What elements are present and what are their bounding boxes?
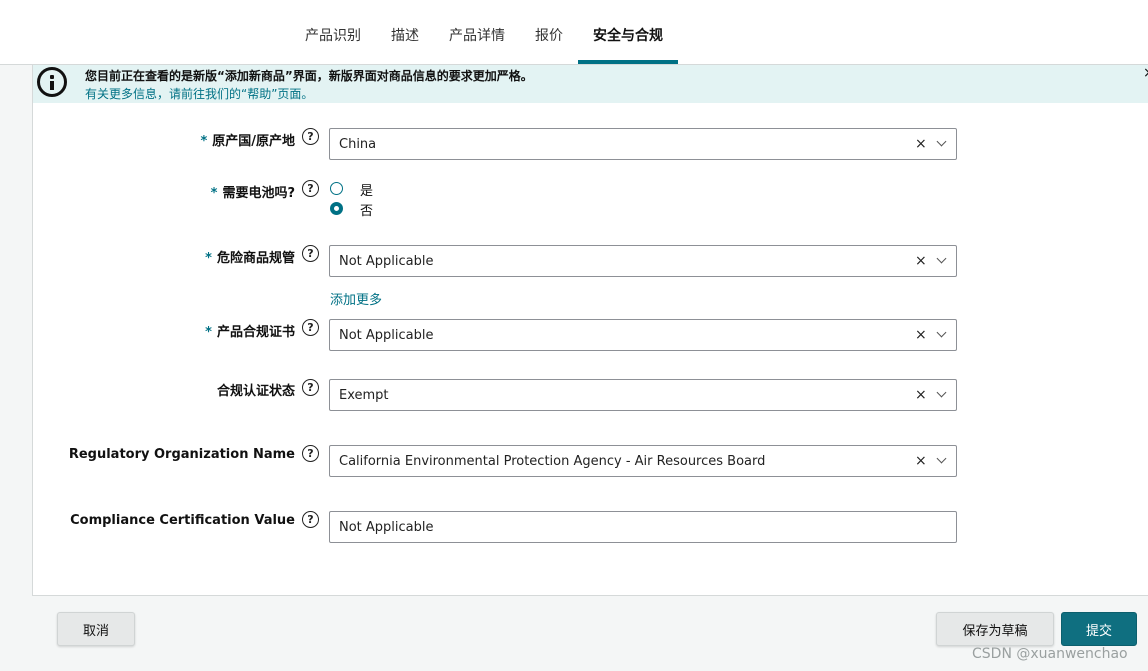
cert-status-value: Exempt bbox=[339, 388, 389, 403]
tab-safety-compliance[interactable]: 安全与合规 bbox=[578, 0, 678, 64]
cert-value-text: Not Applicable bbox=[339, 520, 434, 535]
save-draft-button[interactable]: 保存为草稿 bbox=[936, 612, 1054, 646]
watermark: CSDN @xuanwenchao bbox=[972, 646, 1128, 662]
add-more-link[interactable]: 添加更多 bbox=[330, 289, 382, 308]
help-icon[interactable]: ? bbox=[302, 128, 319, 145]
help-icon[interactable]: ? bbox=[302, 511, 319, 528]
banner-message: 您目前正在查看的是新版“添加新商品”界面，新版界面对商品信息的要求更加严格。 bbox=[85, 69, 533, 83]
clear-icon[interactable]: × bbox=[915, 327, 927, 343]
cancel-button[interactable]: 取消 bbox=[57, 612, 135, 646]
required-mark: * bbox=[210, 186, 218, 201]
certificate-label-text: 产品合规证书 bbox=[216, 325, 295, 340]
country-select[interactable]: China × bbox=[329, 128, 957, 160]
tab-product-details[interactable]: 产品详情 bbox=[434, 0, 520, 64]
clear-icon[interactable]: × bbox=[915, 453, 927, 469]
banner-help-link[interactable]: 有关更多信息，请前往我们的“帮助”页面。 bbox=[85, 85, 313, 102]
battery-option-yes-label: 是 bbox=[360, 184, 374, 199]
reg-org-select[interactable]: California Environmental Protection Agen… bbox=[329, 445, 957, 477]
battery-radio-no[interactable] bbox=[330, 202, 343, 215]
cert-status-label: 合规认证状态 bbox=[217, 380, 295, 399]
help-icon[interactable]: ? bbox=[302, 245, 319, 262]
required-mark: * bbox=[205, 325, 212, 340]
tab-offer[interactable]: 报价 bbox=[520, 0, 578, 64]
cert-value-label-text: Compliance Certification Value bbox=[70, 513, 295, 528]
dangerous-goods-value: Not Applicable bbox=[339, 254, 434, 269]
certificate-value: Not Applicable bbox=[339, 328, 434, 343]
chevron-down-icon[interactable] bbox=[936, 136, 947, 147]
battery-label-text: 需要电池吗? bbox=[222, 186, 295, 201]
tab-product-identity[interactable]: 产品识别 bbox=[290, 0, 376, 64]
certificate-label: * 产品合规证书 bbox=[205, 321, 295, 340]
tab-bar: 产品识别 描述 产品详情 报价 安全与合规 bbox=[290, 0, 678, 64]
clear-icon[interactable]: × bbox=[915, 387, 927, 403]
cert-value-label: Compliance Certification Value bbox=[70, 513, 295, 528]
reg-org-label-text: Regulatory Organization Name bbox=[68, 447, 295, 462]
dangerous-goods-label: * 危险商品规管 bbox=[205, 247, 295, 266]
close-icon[interactable]: × bbox=[1143, 65, 1148, 81]
help-icon[interactable]: ? bbox=[302, 379, 319, 396]
battery-label: * 需要电池吗? bbox=[211, 182, 295, 201]
cert-status-select[interactable]: Exempt × bbox=[329, 379, 957, 411]
reg-org-value: California Environmental Protection Agen… bbox=[339, 454, 766, 469]
top-nav: 产品识别 描述 产品详情 报价 安全与合规 bbox=[0, 0, 1148, 65]
help-icon[interactable]: ? bbox=[302, 180, 319, 197]
info-banner: 您目前正在查看的是新版“添加新商品”界面，新版界面对商品信息的要求更加严格。 有… bbox=[33, 65, 1148, 103]
chevron-down-icon[interactable] bbox=[936, 387, 947, 398]
submit-button[interactable]: 提交 bbox=[1061, 612, 1137, 646]
country-label-text: 原产国/原产地 bbox=[212, 134, 295, 149]
dangerous-goods-label-text: 危险商品规管 bbox=[216, 251, 295, 266]
battery-radio-yes[interactable] bbox=[330, 182, 343, 195]
required-mark: * bbox=[205, 251, 212, 266]
battery-option-no-label: 否 bbox=[360, 204, 374, 219]
help-icon[interactable]: ? bbox=[302, 445, 319, 462]
reg-org-label: Regulatory Organization Name bbox=[69, 447, 295, 462]
certificate-select[interactable]: Not Applicable × bbox=[329, 319, 957, 351]
tab-description[interactable]: 描述 bbox=[376, 0, 434, 64]
cert-status-label-text: 合规认证状态 bbox=[216, 384, 295, 399]
required-mark: * bbox=[200, 134, 208, 149]
country-label: * 原产国/原产地 bbox=[200, 130, 295, 149]
chevron-down-icon[interactable] bbox=[936, 253, 947, 264]
dangerous-goods-select[interactable]: Not Applicable × bbox=[329, 245, 957, 277]
help-icon[interactable]: ? bbox=[302, 319, 319, 336]
country-value: China bbox=[339, 137, 377, 152]
clear-icon[interactable]: × bbox=[915, 136, 927, 152]
cert-value-input[interactable]: Not Applicable bbox=[329, 511, 957, 543]
info-icon bbox=[37, 67, 67, 97]
chevron-down-icon[interactable] bbox=[936, 327, 947, 338]
clear-icon[interactable]: × bbox=[915, 253, 927, 269]
chevron-down-icon[interactable] bbox=[936, 453, 947, 464]
